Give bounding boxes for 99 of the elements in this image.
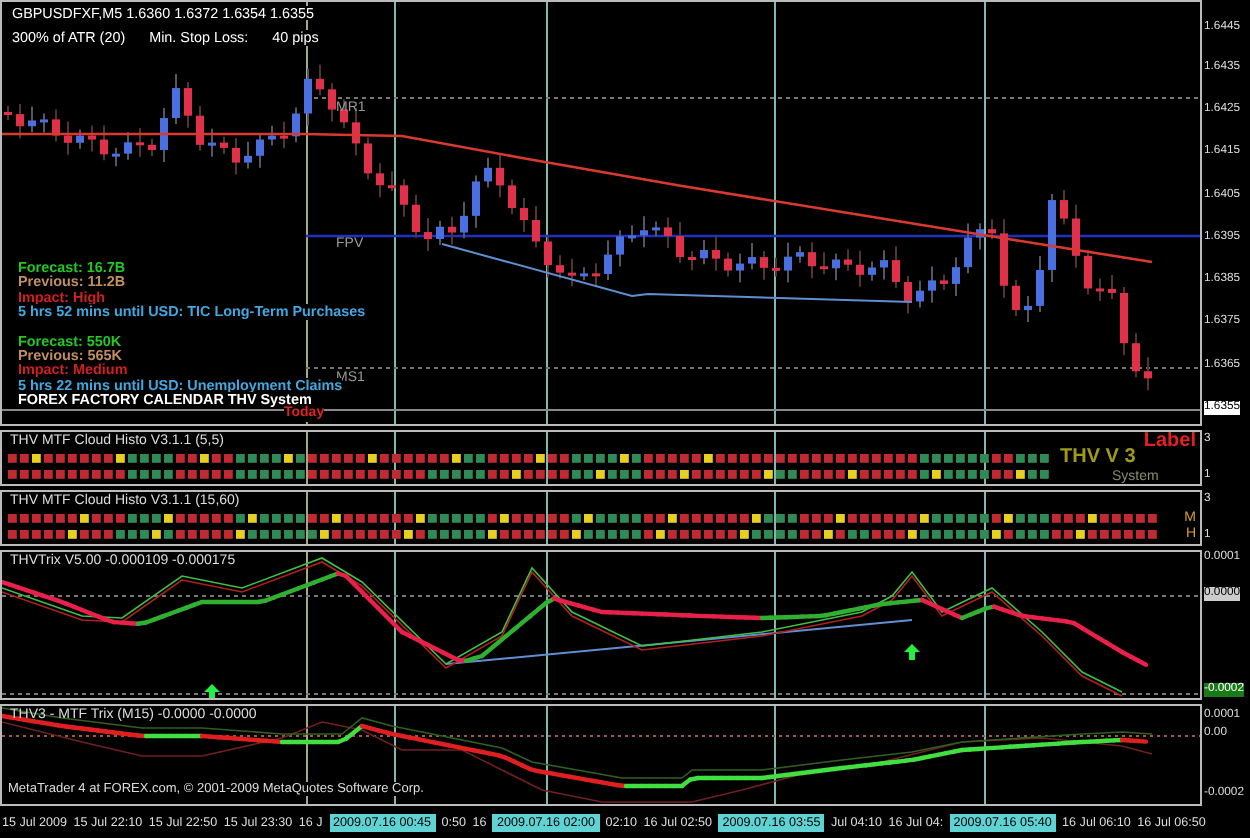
candle [928,265,936,304]
candle [604,239,612,281]
candle [628,224,636,244]
candle [364,136,372,181]
candle [400,178,408,218]
candle [808,241,816,280]
candle [436,219,444,247]
candle [388,170,396,193]
candle [124,131,132,161]
candle [520,197,528,233]
candle [652,220,660,238]
logo-label: Label [1143,432,1196,452]
candle [868,260,876,282]
candle [1120,285,1128,357]
candle [424,217,432,253]
candle [1048,193,1056,283]
candle [76,128,84,150]
candle [352,107,360,157]
candle [940,273,948,291]
candle [412,193,420,240]
candle [1084,248,1092,296]
candle [64,120,72,156]
candle [784,241,792,284]
candle [316,63,324,97]
candle [1072,203,1080,269]
up-arrow-icon [904,644,920,660]
candle [496,152,504,199]
candle [844,248,852,272]
candle [736,252,744,284]
candle [580,266,588,282]
candle [988,218,996,241]
candle [892,245,900,289]
candle [532,205,540,249]
candle [460,200,468,240]
candle [640,215,648,249]
candle [1108,273,1116,300]
candle [724,251,732,278]
candle [556,254,564,280]
candle [472,174,480,229]
candle [952,256,960,297]
candle [856,249,864,288]
candle [448,215,456,246]
candle [40,112,48,134]
candle [232,136,240,176]
candle [772,256,780,278]
candle [244,140,252,170]
candle [88,124,96,153]
candle [112,146,120,168]
candle [616,229,624,268]
candle [904,275,912,315]
candle [916,279,924,309]
candle [268,124,276,147]
candle [832,252,840,282]
candle [1000,218,1008,299]
candle [508,178,516,216]
candle [796,245,804,264]
candle [256,132,264,169]
candle [196,104,204,152]
candle [16,103,24,140]
candle [544,234,552,279]
candle [592,262,600,287]
candle [172,73,180,126]
candle [100,124,108,162]
candle [748,242,756,271]
candle [568,257,576,288]
candle [184,81,192,129]
candle [880,249,888,281]
candle [292,106,300,144]
candle [1132,332,1140,379]
candle [976,222,984,251]
candle [484,156,492,189]
candle [676,221,684,264]
candle [328,82,336,123]
candle [820,251,828,276]
candle [52,108,60,143]
candle [4,105,12,122]
candle [160,107,168,163]
candle [712,235,720,272]
candle [688,250,696,272]
candle [1036,254,1044,313]
candle [28,105,36,134]
logo-text: THV V 3 [1060,448,1136,468]
candle [964,222,972,275]
candle [1144,356,1152,392]
candle [136,127,144,158]
candle [148,137,156,157]
candle [376,162,384,199]
candle [304,67,312,127]
candle [1024,294,1032,324]
candle [1096,277,1104,302]
candle [1060,189,1068,226]
candle [760,250,768,281]
up-arrow-icon [204,684,220,698]
candle [664,216,672,250]
candle [1012,278,1020,318]
candle [220,135,228,155]
candle [208,127,216,158]
candle [280,120,288,150]
candle [700,239,708,266]
